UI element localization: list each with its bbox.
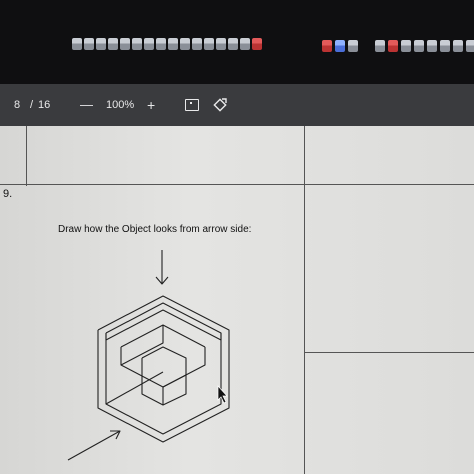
tab-favicon[interactable] xyxy=(180,38,190,50)
tab-favicon[interactable] xyxy=(414,40,424,52)
tab-favicon[interactable] xyxy=(240,38,250,50)
tab-favicon[interactable] xyxy=(440,40,450,52)
top-view-arrow xyxy=(155,250,169,285)
tab-favicon[interactable] xyxy=(204,38,214,50)
tab-favicon[interactable] xyxy=(120,38,130,50)
tab-favicon[interactable] xyxy=(335,40,345,52)
tab-favicon[interactable] xyxy=(144,38,154,50)
zoom-out-button[interactable]: — xyxy=(80,84,93,126)
tab-strip-right[interactable] xyxy=(322,40,474,52)
tab-favicon[interactable] xyxy=(168,38,178,50)
fit-page-icon[interactable] xyxy=(185,99,199,111)
zoom-in-button[interactable]: + xyxy=(147,84,155,126)
tab-favicon[interactable] xyxy=(228,38,238,50)
tab-favicon[interactable] xyxy=(466,40,474,52)
tab-favicon[interactable] xyxy=(108,38,118,50)
rotate-icon[interactable] xyxy=(212,97,228,113)
tab-favicon[interactable] xyxy=(348,40,358,52)
page-total: 16 xyxy=(38,99,51,111)
side-view-arrow xyxy=(67,430,121,461)
pdf-toolbar: 8 / 16 — 100% + xyxy=(0,84,474,126)
tab-favicon[interactable] xyxy=(401,40,411,52)
browser-top-bar xyxy=(0,0,474,84)
pdf-page: 9. Draw how the Object looks from arrow … xyxy=(0,126,474,474)
page-separator: / xyxy=(30,99,34,111)
tab-favicon[interactable] xyxy=(156,38,166,50)
page-current[interactable]: 8 xyxy=(14,84,20,126)
tab-favicon[interactable] xyxy=(388,40,398,52)
object-outline xyxy=(97,295,230,443)
tab-favicon[interactable] xyxy=(375,40,385,52)
tab-favicon[interactable] xyxy=(84,38,94,50)
isometric-object-drawing xyxy=(67,250,230,461)
zoom-level: 100% xyxy=(106,99,135,111)
mouse-pointer-icon xyxy=(217,385,228,404)
tab-favicon[interactable] xyxy=(96,38,106,50)
tab-favicon[interactable] xyxy=(192,38,202,50)
tab-favicon[interactable] xyxy=(427,40,437,52)
tab-favicon[interactable] xyxy=(216,38,226,50)
tab-favicon[interactable] xyxy=(322,40,332,52)
tab-strip[interactable] xyxy=(72,38,262,52)
tab-favicon[interactable] xyxy=(252,38,262,50)
tab-favicon[interactable] xyxy=(72,38,82,50)
tab-favicon[interactable] xyxy=(453,40,463,52)
tab-favicon[interactable] xyxy=(132,38,142,50)
